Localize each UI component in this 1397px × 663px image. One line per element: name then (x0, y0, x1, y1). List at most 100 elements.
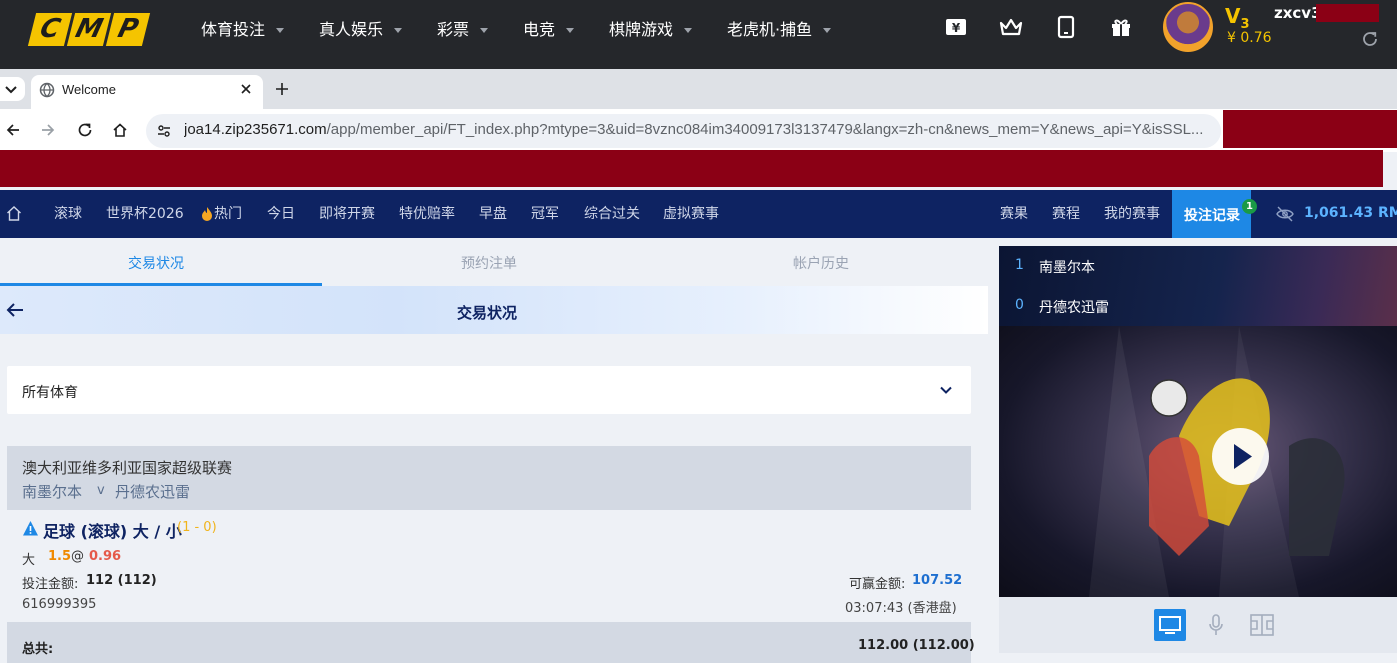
tab-search-button[interactable] (0, 77, 25, 101)
ticket-id: 616999395 (22, 597, 97, 612)
fire-icon (202, 207, 212, 221)
results-link[interactable]: 赛果 (1000, 205, 1028, 223)
nav-label: 彩票 (437, 20, 470, 39)
bet-count-badge: 1 (1242, 199, 1257, 214)
chevron-down-icon (394, 28, 403, 33)
to-win-value: 107.52 (912, 573, 963, 588)
schedule-link[interactable]: 赛程 (1052, 205, 1080, 223)
bet-score: (1 - 0) (177, 520, 217, 535)
url-path: /app/member_api/FT_index.php?mtype=3&uid… (326, 121, 1204, 138)
nav-lottery[interactable]: 彩票 (437, 19, 489, 41)
reload-icon[interactable] (77, 122, 93, 138)
chevron-down-icon (684, 28, 693, 33)
chevron-down-icon (823, 28, 832, 33)
sport-filter-dropdown[interactable] (7, 366, 971, 414)
avatar[interactable] (1163, 2, 1213, 52)
play-button[interactable] (1212, 428, 1269, 485)
nav-sports-betting[interactable]: 体育投注 (201, 19, 285, 41)
back-arrow-icon[interactable] (5, 300, 25, 320)
logo-letter: M (66, 13, 112, 46)
nav-label: 电竞 (523, 20, 556, 39)
to-win-label: 可赢金额: (849, 577, 906, 592)
sports-tab-outright[interactable]: 冠军 (531, 205, 559, 223)
cmp-logo[interactable]: C M P (27, 13, 151, 46)
home-icon[interactable] (112, 122, 128, 138)
tv-mode-button[interactable] (1154, 609, 1186, 641)
at-sign: @ (71, 549, 84, 564)
mobile-icon[interactable] (1054, 15, 1078, 39)
tab-account-history[interactable]: 帐户历史 (793, 253, 849, 273)
versus-label: v (97, 483, 105, 498)
chevron-down-icon (480, 28, 489, 33)
balance-currency: RMB (1377, 205, 1397, 221)
pitch-tracker-icon[interactable] (1249, 612, 1275, 638)
bet-line: 1.5 (48, 549, 72, 564)
eye-off-icon[interactable] (1276, 206, 1294, 222)
tab-open-bets[interactable]: 交易状况 (128, 253, 184, 273)
url-host: joa14.zip235671.com (184, 121, 327, 138)
nav-label: 真人娱乐 (319, 20, 384, 39)
video-player[interactable] (999, 326, 1397, 597)
back-icon[interactable] (5, 122, 21, 138)
redaction-mask (0, 150, 1383, 187)
my-events-link[interactable]: 我的赛事 (1104, 205, 1160, 223)
close-icon[interactable] (240, 83, 252, 95)
forward-icon[interactable] (40, 122, 56, 138)
home-team: 南墨尔本 (22, 483, 83, 501)
url-text[interactable]: joa14.zip235671.com/app/member_api/FT_in… (184, 121, 1214, 138)
vip-letter: V (1225, 4, 1241, 28)
yuan-icon[interactable]: ¥ (944, 15, 968, 39)
username: zxcv3 (1274, 4, 1322, 22)
nav-live-casino[interactable]: 真人娱乐 (319, 19, 403, 41)
total-value: 112.00 (112.00) (858, 638, 975, 653)
video-controls (999, 597, 1397, 653)
warning-icon (23, 521, 38, 536)
balance-amount: 1,061.43 (1304, 205, 1374, 221)
site-settings-icon[interactable] (156, 123, 172, 139)
league-name: 澳大利亚维多利亚国家超级联赛 (22, 459, 233, 477)
nav-slots-fishing[interactable]: 老虎机·捕鱼 (727, 19, 832, 41)
sports-tab-hot[interactable]: 热门 (214, 205, 242, 223)
sports-tab-today[interactable]: 今日 (267, 205, 295, 223)
bet-odds: 0.96 (89, 549, 122, 564)
sports-tab-worldcup[interactable]: 世界杯2026 (106, 205, 184, 223)
sports-tab-inplay[interactable]: 滚球 (54, 205, 82, 223)
globe-icon (39, 82, 55, 98)
sports-tab-boosted-odds[interactable]: 特优赔率 (399, 205, 455, 223)
nav-esports[interactable]: 电竞 (523, 19, 575, 41)
chevron-down-icon (276, 28, 285, 33)
chevron-down-icon (940, 386, 952, 394)
refresh-icon[interactable] (1361, 30, 1379, 48)
new-tab-icon[interactable] (275, 82, 289, 96)
tv-icon (1159, 616, 1181, 634)
total-row (7, 622, 971, 663)
microphone-icon[interactable] (1206, 613, 1226, 637)
home-score: 1 (1015, 257, 1024, 273)
vip-level-badge: V3 (1225, 4, 1250, 32)
svg-text:¥: ¥ (952, 21, 961, 35)
account-balance: 1,061.43 RMB (1304, 205, 1397, 221)
nav-label: 棋牌游戏 (609, 20, 674, 39)
sports-tab-upcoming[interactable]: 即将开赛 (319, 205, 375, 223)
gift-icon[interactable] (1109, 15, 1133, 39)
bet-selection: 大 (22, 553, 36, 568)
play-icon (1234, 444, 1252, 469)
home-icon[interactable] (6, 205, 22, 222)
redaction-mask (1316, 4, 1379, 22)
chevron-down-icon (566, 28, 575, 33)
sports-tab-virtual[interactable]: 虚拟赛事 (663, 205, 719, 223)
crown-icon[interactable] (999, 15, 1023, 39)
nav-card-games[interactable]: 棋牌游戏 (609, 19, 693, 41)
nav-label: 体育投注 (201, 20, 266, 39)
sports-banner-image (1089, 326, 1345, 597)
sports-tab-early[interactable]: 早盘 (479, 205, 507, 223)
tab-scheduled-bets[interactable]: 预约注单 (461, 253, 517, 273)
page-title: 交易状况 (457, 304, 518, 322)
sports-tab-parlay[interactable]: 综合过关 (584, 205, 640, 223)
logo-letter: C (27, 13, 73, 46)
live-away-team: 丹德农迅雷 (1039, 300, 1109, 316)
wallet-balance: ¥ 0.76 (1227, 30, 1272, 46)
logo-letter: P (105, 13, 151, 46)
tab-title: Welcome (62, 82, 116, 97)
live-home-team: 南墨尔本 (1039, 260, 1095, 276)
